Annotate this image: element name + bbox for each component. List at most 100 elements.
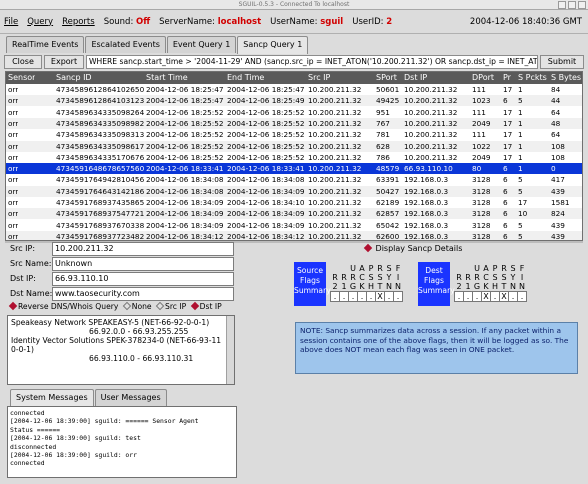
table-row[interactable]: orr 4734589634335098617 2004-12-06 18:25:5… bbox=[6, 140, 582, 152]
dst-name-field[interactable]: www.taosecurity.com bbox=[52, 287, 234, 301]
table-row[interactable]: orr 4734591764942810456 2004-12-06 18:34:0… bbox=[6, 174, 582, 185]
table-row[interactable]: orr 4734589634335098313 2004-12-06 18:25:5… bbox=[6, 129, 582, 140]
whois-scrollbar[interactable] bbox=[226, 316, 234, 384]
table-row[interactable]: orr 4734591768937670338 2004-12-06 18:34:0… bbox=[6, 220, 582, 231]
cell-sancp-id: 4734589634335098264 bbox=[56, 107, 145, 117]
flag-header-cell: H bbox=[491, 282, 498, 291]
cell-start-time: 2004-12-06 18:25:47 bbox=[146, 96, 224, 106]
cell-end-time: 2004-12-06 18:34:10 bbox=[227, 198, 305, 207]
cell-src-ip: 10.200.211.32 bbox=[308, 141, 362, 151]
table-row[interactable]: orr 4734591768937723482 2004-12-06 18:34:1… bbox=[6, 230, 582, 241]
cell-protocol: 6 bbox=[503, 198, 508, 207]
table-row[interactable]: orr 4734589634335098982 2004-12-06 18:25:5… bbox=[6, 117, 582, 129]
menu-query[interactable]: Query bbox=[27, 17, 53, 27]
cell-dst-ip: 192.168.0.3 bbox=[404, 175, 449, 185]
flag-header-cell: K bbox=[483, 282, 489, 291]
close-button[interactable]: Close bbox=[4, 55, 42, 69]
reverse-dns-checkbox[interactable] bbox=[8, 301, 18, 311]
tab-system-messages[interactable]: System Messages bbox=[10, 389, 94, 407]
radio-dst-ip[interactable] bbox=[190, 301, 199, 311]
cell-src-ip: 10.200.211.32 bbox=[308, 130, 362, 140]
col-src-ip[interactable]: Src IP bbox=[308, 72, 330, 84]
sound-status[interactable]: Sound: Off bbox=[104, 17, 150, 27]
col-dst-ip[interactable]: Dst IP bbox=[404, 72, 427, 84]
display-details-toggle[interactable] bbox=[363, 243, 373, 253]
dst-ip-label: Dst IP: bbox=[10, 274, 36, 283]
cell-protocol: 17 bbox=[503, 107, 513, 117]
flag-header-cell: R bbox=[332, 273, 338, 282]
cell-dport: 111 bbox=[472, 107, 486, 117]
table-row[interactable]: orr 4734589612864103123 2004-12-06 18:25:4… bbox=[6, 95, 582, 107]
cell-sancp-id: 4734591768937547721 bbox=[56, 209, 145, 219]
flag-value-cell: . bbox=[384, 291, 394, 302]
table-row[interactable]: orr 4734589634335170676 2004-12-06 18:25:5… bbox=[6, 152, 582, 163]
tab-event-query-1[interactable]: Event Query 1 bbox=[166, 36, 237, 53]
flag-header-cell: A bbox=[359, 264, 365, 273]
cell-sensor: orr bbox=[8, 152, 19, 162]
col-protocol[interactable]: Pr bbox=[503, 72, 511, 84]
cell-protocol: 6 bbox=[503, 164, 508, 174]
table-row[interactable]: orr 4734591768937547721 2004-12-06 18:34:0… bbox=[6, 208, 582, 220]
table-row[interactable]: orr 4734589612864102650 2004-12-06 18:25:4… bbox=[6, 84, 582, 95]
tab-escalated-events[interactable]: Escalated Events bbox=[85, 36, 166, 53]
table-row[interactable]: orr 4734589634335098264 2004-12-06 18:25:5… bbox=[6, 107, 582, 118]
window-titlebar: SGUIL-0.5.3 - Connected To localhost bbox=[0, 0, 588, 10]
display-sancp-details[interactable]: Display Sancp Details bbox=[362, 243, 462, 253]
tab-sancp-query-1[interactable]: Sancp Query 1 bbox=[237, 36, 309, 54]
flag-value-cell: . bbox=[454, 291, 464, 302]
cell-dport: 3128 bbox=[472, 231, 491, 241]
minimize-icon[interactable] bbox=[558, 1, 566, 9]
flag-header-cell: R bbox=[501, 264, 507, 273]
radio-src-ip[interactable] bbox=[155, 301, 165, 311]
cell-s-pckts: 5 bbox=[518, 231, 523, 241]
cell-sport: 781 bbox=[376, 130, 390, 140]
col-dport[interactable]: DPort bbox=[472, 72, 494, 84]
flag-value-cell: . bbox=[472, 291, 482, 302]
dest-flags-summary: Dest Flags Summary bbox=[418, 262, 455, 306]
cell-protocol: 6 bbox=[503, 231, 508, 241]
cell-dport: 1022 bbox=[472, 141, 491, 151]
flag-header-cell: N bbox=[395, 282, 401, 291]
query-bar: Close Export WHERE sancp.start_time > '2… bbox=[4, 55, 586, 70]
cell-s-bytes: 824 bbox=[551, 209, 565, 219]
close-window-icon[interactable] bbox=[578, 1, 586, 9]
cell-s-pckts: 10 bbox=[518, 209, 528, 219]
cell-src-ip: 10.200.211.32 bbox=[308, 164, 362, 174]
cell-sensor: orr bbox=[8, 209, 19, 219]
flag-header-cell: R bbox=[474, 273, 480, 282]
menu-reports[interactable]: Reports bbox=[62, 17, 95, 27]
table-row[interactable]: orr 4734591768937435865 2004-12-06 18:34:0… bbox=[6, 197, 582, 208]
cell-start-time: 2004-12-06 18:25:52 bbox=[146, 152, 224, 162]
cell-sancp-id: 4734589612864103123 bbox=[56, 96, 145, 106]
cell-sport: 786 bbox=[376, 152, 390, 162]
col-sensor[interactable]: Sensor bbox=[8, 72, 35, 84]
export-button[interactable]: Export bbox=[44, 55, 84, 69]
menu-file[interactable]: File bbox=[4, 17, 18, 27]
table-row[interactable]: orr 4734591764643142186 2004-12-06 18:34:0… bbox=[6, 185, 582, 197]
dst-ip-field[interactable]: 66.93.110.10 bbox=[52, 272, 234, 286]
cell-dport: 3128 bbox=[472, 209, 491, 219]
col-sport[interactable]: SPort bbox=[376, 72, 397, 84]
src-name-label: Src Name: bbox=[10, 259, 52, 268]
tab-user-messages[interactable]: User Messages bbox=[94, 389, 167, 406]
submit-button[interactable]: Submit bbox=[540, 55, 584, 69]
src-name-field[interactable]: Unknown bbox=[52, 257, 234, 271]
col-s-bytes[interactable]: S Bytes bbox=[551, 72, 581, 84]
col-s-pckts[interactable]: S Pckts bbox=[518, 72, 547, 84]
tab-realtime-events[interactable]: RealTime Events bbox=[6, 36, 85, 53]
cell-end-time: 2004-12-06 18:34:09 bbox=[227, 220, 305, 230]
col-end-time[interactable]: End Time bbox=[227, 72, 264, 84]
src-ip-field[interactable]: 10.200.211.32 bbox=[52, 242, 234, 256]
cell-src-ip: 10.200.211.32 bbox=[308, 220, 362, 230]
dest-flags-table: UAPRSFRRRCSSYI21GKHTNN...X.X.. bbox=[454, 264, 527, 302]
table-row[interactable]: orr 4734591648678657560 2004-12-06 18:33:4… bbox=[6, 163, 582, 175]
query-where-field[interactable]: WHERE sancp.start_time > '2004-11-29' AN… bbox=[86, 55, 538, 69]
maximize-icon[interactable] bbox=[568, 1, 576, 9]
system-messages-log[interactable]: connected [2004-12-06 18:39:00] sguild: … bbox=[7, 406, 237, 478]
cell-protocol: 17 bbox=[503, 152, 513, 162]
col-start-time[interactable]: Start Time bbox=[146, 72, 188, 84]
cell-protocol: 6 bbox=[503, 209, 508, 219]
whois-output[interactable]: Speakeasy Network SPEAKEASY-5 (NET-66-92… bbox=[7, 315, 235, 385]
radio-none[interactable] bbox=[122, 301, 132, 311]
col-sancp-id[interactable]: Sancp ID bbox=[56, 72, 92, 84]
